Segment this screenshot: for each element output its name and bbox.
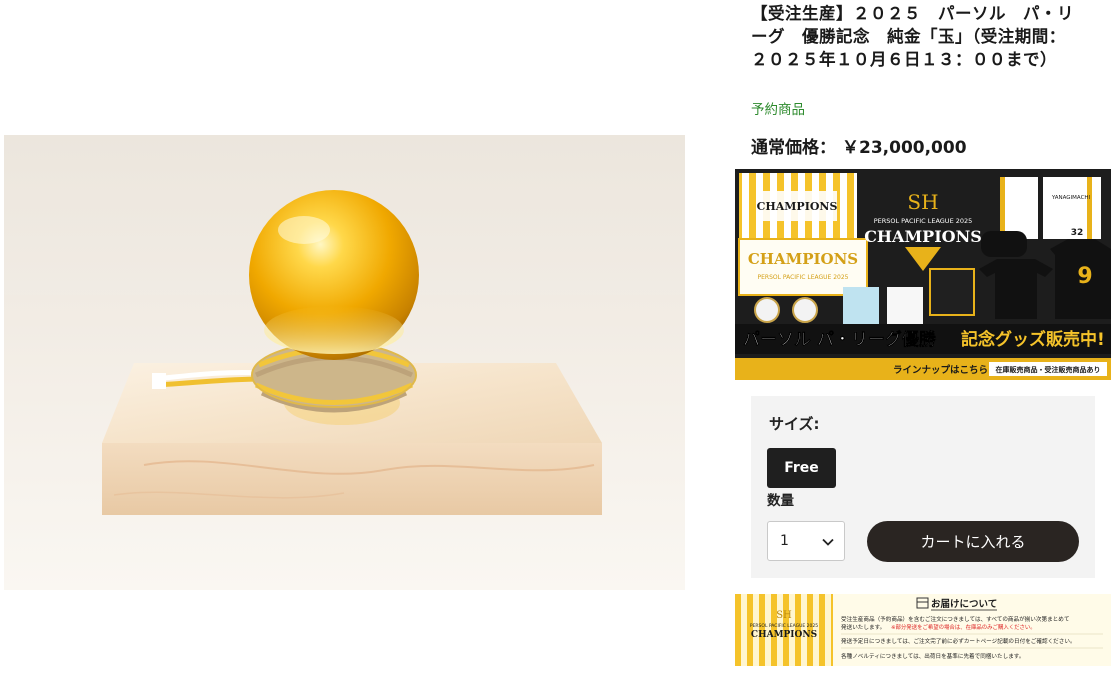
delivery-line1b: 発送いたします。	[841, 623, 885, 631]
center-logo-mark: SH	[907, 190, 938, 214]
jersey-number: 32	[1071, 228, 1084, 238]
quantity-select[interactable]: 1	[767, 521, 845, 561]
towel-champions-text: CHAMPIONS	[757, 200, 838, 213]
add-to-cart-button[interactable]: カートに入れる	[867, 521, 1079, 562]
size-option-free[interactable]: Free	[767, 448, 836, 488]
lineup-link[interactable]: ラインナップはこちら ▶	[893, 364, 999, 376]
center-logo-top: PERSOL PACIFIC LEAGUE 2025	[874, 217, 973, 225]
tshirt-number: 9	[1077, 264, 1092, 289]
gold-ball-photo	[4, 190, 685, 590]
product-title: 【受注生産】２０２５ パーソル パ・リーグ 優勝記念 純金「玉」（受注期間：２０…	[751, 4, 1074, 69]
sticker-sub-text: PERSOL PACIFIC LEAGUE 2025	[757, 274, 848, 281]
delivery-line1: 受注生産商品（予約商品）を含むご注文につきましては、すべての商品が揃い次第まとめ…	[841, 615, 1069, 623]
banner-headline-a: パーソル パ・リーグ優勝	[743, 329, 937, 350]
delivery-line2: 発送予定日につきましては、ご注文完了前に必ずカートページ記載の日付をご確認くださ…	[841, 637, 1076, 645]
delivery-info-banner: SH PERSOL PACIFIC LEAGUE 2025 CHAMPIONS …	[735, 594, 1111, 666]
price: 通常価格： ￥23,000,000	[751, 133, 967, 158]
size-label: サイズ:	[769, 415, 820, 433]
quantity-label: 数量	[767, 493, 794, 509]
price-value: ￥23,000,000	[842, 138, 967, 158]
delivery-logo-champions: CHAMPIONS	[751, 630, 817, 640]
delivery-graphic: SH PERSOL PACIFIC LEAGUE 2025 CHAMPIONS …	[735, 594, 1111, 666]
delivery-logo-top: PERSOL PACIFIC LEAGUE 2025	[750, 623, 818, 629]
lineup-note: 在庫販売商品・受注販売商品あり	[996, 365, 1101, 374]
jersey-name: YANAGIMACHI	[1051, 195, 1091, 201]
delivery-line1-note: ※部分発送をご希望の場合は、在庫品のみご購入ください。	[891, 623, 1036, 631]
quantity-value: 1	[780, 533, 789, 549]
price-label: 通常価格：	[751, 138, 836, 158]
banner-graphic: CHAMPIONS CHAMPIONS PERSOL PACIFIC LEAGU…	[735, 169, 1111, 380]
preorder-status: 予約商品	[751, 102, 805, 118]
product-image[interactable]	[4, 135, 685, 590]
chevron-down-icon	[822, 538, 834, 546]
delivery-logo-mark: SH	[776, 610, 792, 621]
center-logo-champions: CHAMPIONS	[864, 227, 982, 246]
delivery-line3: 各種ノベルティにつきましては、出荷日を基準に先着で同梱いたします。	[841, 652, 1024, 660]
banner-headline-b: 記念グッズ販売中!	[961, 329, 1105, 350]
sticker-champions-text: CHAMPIONS	[748, 250, 858, 268]
purchase-options: サイズ: Free 数量 1 カートに入れる	[751, 396, 1095, 578]
delivery-heading: お届けについて	[931, 599, 997, 610]
champions-goods-banner[interactable]: CHAMPIONS CHAMPIONS PERSOL PACIFIC LEAGU…	[735, 169, 1111, 380]
